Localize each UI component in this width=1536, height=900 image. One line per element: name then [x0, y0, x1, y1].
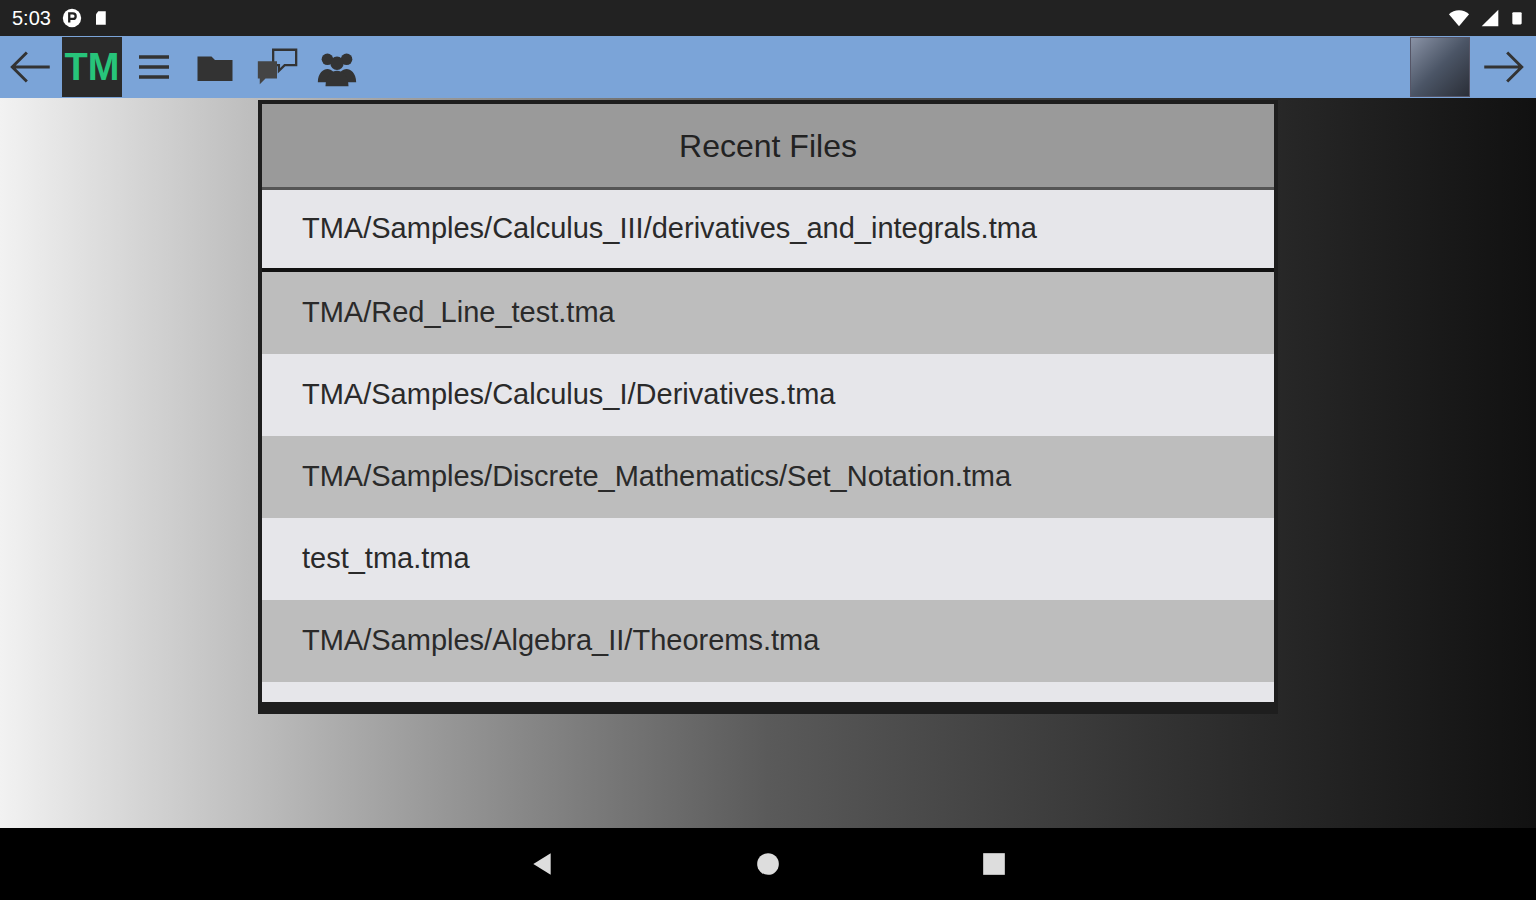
nav-recents-icon[interactable] — [981, 851, 1007, 877]
dialog-title: Recent Files — [262, 104, 1274, 190]
app-logo[interactable]: TM — [62, 37, 122, 97]
background-photo: Recent FilesTMA/Samples/Calculus_III/der… — [0, 98, 1536, 828]
menu-icon[interactable] — [134, 47, 174, 87]
nav-home-icon[interactable] — [755, 851, 781, 877]
p-badge-icon — [61, 7, 83, 29]
recent-file-row[interactable]: TMA/Samples/Calculus_III/derivatives_and… — [262, 190, 1274, 272]
sd-card-icon — [93, 8, 111, 28]
nav-bar — [0, 828, 1536, 900]
recent-files-dialog: Recent FilesTMA/Samples/Calculus_III/der… — [258, 100, 1278, 714]
recent-file-row[interactable]: test_tma.tma — [262, 518, 1274, 600]
recent-file-row[interactable]: TMA/Red_Line_test.tma — [262, 272, 1274, 354]
toolbar: TM — [0, 36, 1536, 98]
chat-icon[interactable] — [254, 44, 300, 90]
wifi-icon — [1448, 7, 1470, 29]
forward-arrow-icon[interactable] — [1478, 42, 1528, 92]
back-arrow-icon[interactable] — [6, 42, 56, 92]
profile-photo[interactable] — [1410, 37, 1470, 97]
status-time: 5:03 — [12, 3, 51, 33]
battery-icon — [1510, 7, 1524, 29]
app-screen: 5:03TMRecent FilesTMA/Samples/Calculus_I… — [0, 0, 1536, 900]
folder-icon[interactable] — [194, 46, 236, 88]
recent-file-row[interactable]: TMA/Samples/Discrete_Mathematics/Set_Not… — [262, 436, 1274, 518]
recent-file-row[interactable]: TMA/Samples/Algebra_II/Theorems.tma — [262, 600, 1274, 682]
status-bar: 5:03 — [0, 0, 1536, 36]
people-icon[interactable] — [312, 44, 362, 90]
signal-icon — [1480, 8, 1500, 28]
recent-file-row[interactable]: TMA/Samples/Calculus_I/Derivatives.tma — [262, 354, 1274, 436]
partial-row — [262, 682, 1274, 702]
nav-back-icon[interactable] — [529, 851, 555, 877]
